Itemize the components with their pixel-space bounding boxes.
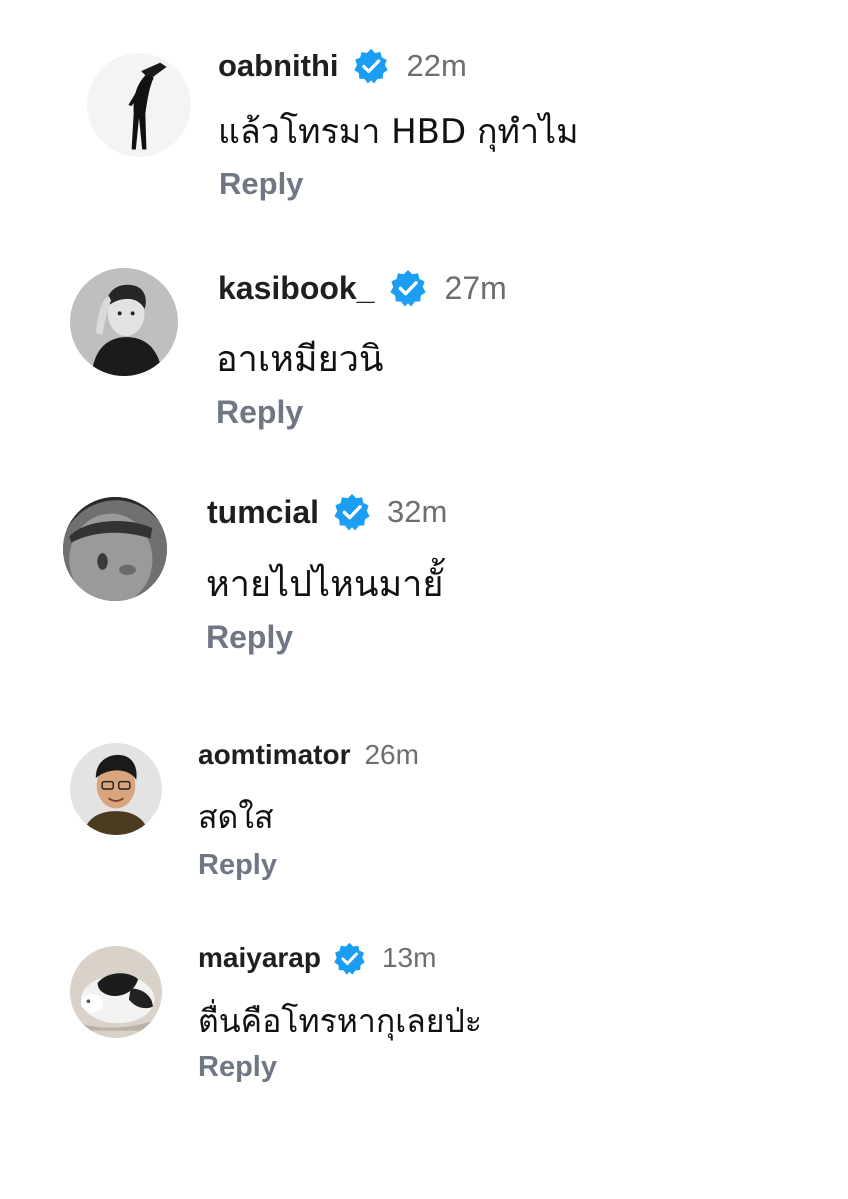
verified-badge-icon (353, 48, 389, 84)
reply-button[interactable]: Reply (198, 1051, 277, 1084)
comment-text: สดใส (198, 798, 274, 836)
avatar[interactable] (70, 946, 162, 1038)
timestamp: 13m (381, 942, 437, 973)
reply-button[interactable]: Reply (216, 394, 303, 431)
avatar-image (70, 743, 162, 835)
avatar-image (70, 268, 178, 376)
username[interactable]: aomtimator (198, 739, 350, 771)
comment-text: แล้วโทรมา HBD กุทำไม (218, 112, 579, 152)
username[interactable]: oabnithi (218, 48, 339, 84)
username[interactable]: kasibook_ (218, 270, 375, 307)
avatar[interactable] (86, 52, 192, 158)
comment-text: อาเหมียวนิ (216, 339, 384, 380)
timestamp: 26m (364, 739, 419, 770)
avatar-image (86, 52, 192, 158)
comment-text: ตื่นคือโทรหากุเลยป่ะ (198, 1002, 482, 1040)
avatar[interactable] (70, 268, 178, 376)
timestamp: 27m (444, 269, 507, 306)
reply-button[interactable]: Reply (206, 619, 293, 656)
verified-badge-icon (389, 269, 427, 307)
reply-button[interactable]: Reply (219, 166, 303, 202)
timestamp: 22m (406, 48, 467, 83)
username[interactable]: maiyarap (198, 942, 321, 974)
verified-badge-icon (333, 493, 371, 531)
avatar[interactable] (70, 743, 162, 835)
verified-badge-icon (333, 942, 366, 975)
avatar[interactable] (63, 497, 167, 601)
comment-text: หายไปไหนมายั้ (206, 564, 444, 605)
username[interactable]: tumcial (207, 494, 319, 531)
avatar-image (63, 497, 167, 601)
reply-button[interactable]: Reply (198, 849, 277, 882)
timestamp: 32m (387, 494, 448, 529)
avatar-image (70, 946, 162, 1038)
